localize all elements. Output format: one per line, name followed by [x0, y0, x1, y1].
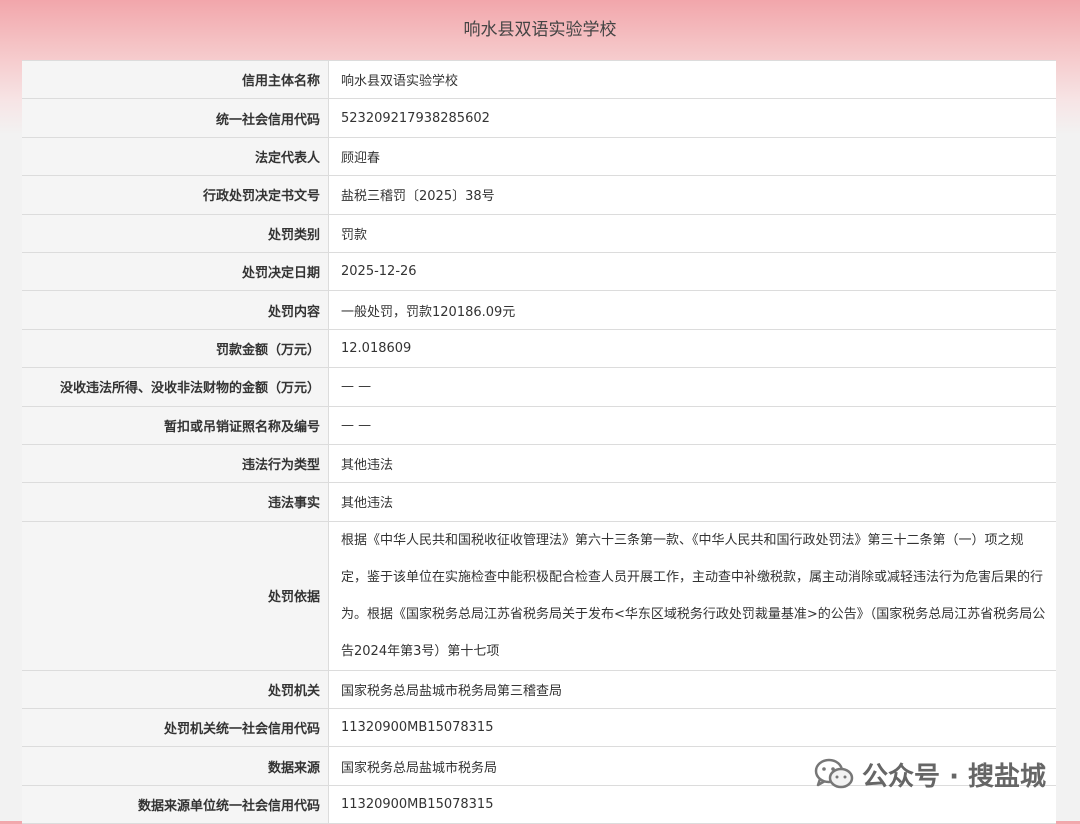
table-row: 处罚类别 罚款 [22, 214, 1056, 253]
table-row: 法定代表人 顾迎春 [22, 137, 1056, 177]
row-value: 2025-12-26 [341, 264, 417, 280]
row-key: 罚款金额（万元） [22, 329, 329, 368]
row-key: 暂扣或吊销证照名称及编号 [22, 406, 329, 444]
row-value: — — [341, 379, 372, 395]
row-value: 其他违法 [341, 458, 394, 474]
row-key: 违法事实 [22, 483, 329, 521]
row-value: 12.018609 [341, 340, 412, 356]
row-key: 处罚内容 [22, 291, 329, 329]
row-key: 数据来源单位统一社会信用代码 [22, 785, 329, 824]
table-row: 没收违法所得、没收非法财物的金额（万元） — — [22, 368, 1056, 407]
watermark: 公众号 · 搜盐城 [814, 756, 1046, 793]
row-value: 顾迎春 [341, 150, 381, 166]
row-value-text: 根据《中华人民共和国税收征收管理法》第六十三条第一款、《中华人民共和国行政处罚法… [341, 532, 1046, 659]
row-value: 11320900MB15078315 [341, 720, 494, 736]
row-key: 处罚机关 [22, 670, 329, 709]
table-row: 行政处罚决定书文号 盐税三稽罚〔2025〕38号 [22, 176, 1056, 215]
row-value: 响水县双语实验学校 [341, 74, 459, 90]
row-key: 处罚决定日期 [22, 252, 329, 291]
info-table: 信用主体名称 响水县双语实验学校 统一社会信用代码 5232092179382856… [22, 60, 1056, 824]
table-row: 处罚内容 一般处罚，罚款120186.09元 [22, 291, 1056, 330]
row-value: 罚款 [341, 227, 368, 243]
row-value: 国家税务总局盐城市税务局第三稽查局 [341, 683, 563, 699]
row-key: 法定代表人 [22, 137, 329, 176]
row-value: — — [341, 417, 372, 433]
row-key: 处罚类别 [22, 214, 329, 252]
table-row: 违法行为类型 其他违法 [22, 444, 1056, 484]
table-row: 处罚依据 根据《中华人民共和国税收征收管理法》第六十三条第一款、《中华人民共和国行… [22, 521, 1056, 671]
page-title: 响水县双语实验学校 [463, 20, 617, 40]
table-row: 违法事实 其他违法 [22, 483, 1056, 522]
row-value: 一般处罚，罚款120186.09元 [341, 304, 516, 320]
row-value: 盐税三稽罚〔2025〕38号 [341, 189, 495, 205]
table-row: 信用主体名称 响水县双语实验学校 [22, 61, 1056, 100]
table-row: 处罚机关 国家税务总局盐城市税务局第三稽查局 [22, 670, 1056, 710]
row-key: 没收违法所得、没收非法财物的金额（万元） [22, 368, 329, 406]
row-key: 信用主体名称 [22, 61, 329, 99]
table-row: 统一社会信用代码 523209217938285602 [22, 99, 1056, 138]
row-key: 违法行为类型 [22, 444, 329, 483]
table-row: 暂扣或吊销证照名称及编号 — — [22, 406, 1056, 445]
table-row: 处罚机关统一社会信用代码 11320900MB15078315 [22, 709, 1056, 748]
wechat-icon [814, 758, 854, 788]
row-value: 523209217938285602 [341, 110, 490, 126]
table-row: 处罚决定日期 2025-12-26 [22, 252, 1056, 292]
row-key: 统一社会信用代码 [22, 99, 329, 137]
row-key: 行政处罚决定书文号 [22, 176, 329, 214]
table-row: 罚款金额（万元） 12.018609 [22, 329, 1056, 369]
row-value: 其他违法 [341, 496, 394, 512]
watermark-text: 公众号 · 搜盐城 [862, 762, 1046, 792]
row-value: 根据《中华人民共和国税收征收管理法》第六十三条第一款、《中华人民共和国行政处罚法… [329, 522, 1056, 670]
row-key: 数据来源 [22, 747, 329, 785]
row-key: 处罚依据 [22, 521, 329, 670]
row-key: 处罚机关统一社会信用代码 [22, 709, 329, 747]
